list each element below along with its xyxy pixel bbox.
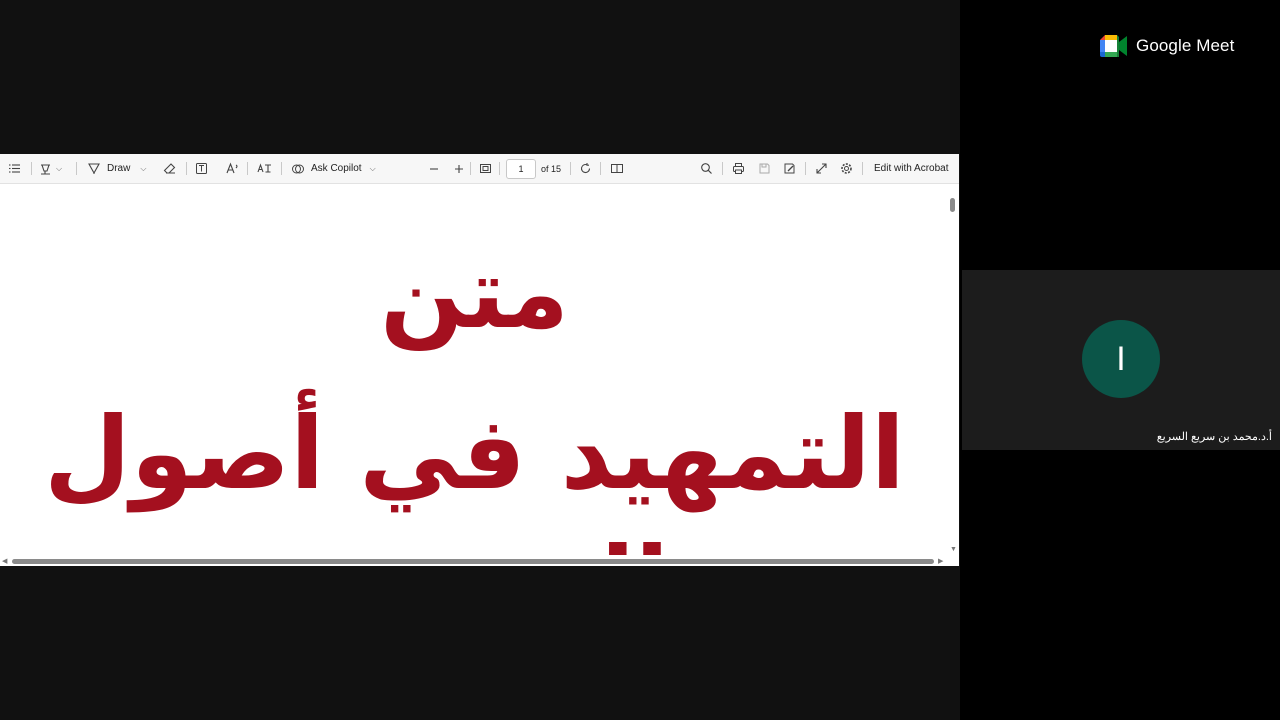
toolbar-divider bbox=[186, 162, 187, 175]
toolbar-divider bbox=[805, 162, 806, 175]
scroll-right-arrow-icon[interactable]: ▶ bbox=[938, 557, 943, 565]
read-aloud-button[interactable] bbox=[226, 154, 240, 183]
fit-page-button[interactable] bbox=[479, 154, 492, 183]
draw-pen-icon bbox=[88, 163, 100, 175]
edit-with-acrobat-button[interactable]: Edit with Acrobat bbox=[874, 154, 948, 183]
two-page-icon bbox=[611, 164, 623, 173]
fullscreen-button[interactable] bbox=[815, 154, 828, 183]
toolbar-divider bbox=[570, 162, 571, 175]
toolbar-divider bbox=[499, 162, 500, 175]
copilot-icon bbox=[292, 164, 304, 173]
highlighter-icon bbox=[41, 164, 50, 175]
shared-screen-area: ⌵ Draw ⌵ Ask Copilot ⌵ 1 of 15 Edit with… bbox=[0, 0, 960, 720]
toolbar-divider bbox=[470, 162, 471, 175]
pdf-page: متن التمهيد في أصول التفسير bbox=[8, 184, 941, 555]
toolbar-divider bbox=[247, 162, 248, 175]
search-button[interactable] bbox=[700, 154, 713, 183]
scroll-down-arrow-icon[interactable]: ▼ bbox=[950, 546, 957, 553]
minus-icon bbox=[430, 167, 438, 170]
print-button[interactable] bbox=[732, 154, 745, 183]
horizontal-scroll-thumb[interactable] bbox=[12, 559, 934, 564]
toolbar-divider bbox=[862, 162, 863, 175]
translate-button[interactable] bbox=[257, 154, 272, 183]
ask-copilot-label: Ask Copilot bbox=[311, 163, 362, 174]
draw-label: Draw bbox=[107, 163, 131, 174]
horizontal-scrollbar[interactable]: ◀ ▶ bbox=[0, 556, 948, 566]
chevron-down-icon: ⌵ bbox=[56, 163, 63, 173]
print-icon bbox=[733, 163, 744, 174]
rotate-icon bbox=[580, 163, 591, 174]
save-as-icon bbox=[784, 163, 795, 174]
toolbar-divider bbox=[600, 162, 601, 175]
document-title-line2: التمهيد في أصول التفسير bbox=[44, 395, 905, 555]
participant-avatar: I bbox=[1082, 320, 1160, 398]
rotate-button[interactable] bbox=[579, 154, 592, 183]
read-aloud-icon bbox=[226, 162, 238, 174]
page-number-input[interactable]: 1 bbox=[506, 159, 536, 179]
chevron-down-icon: ⌵ bbox=[369, 163, 376, 173]
gear-icon bbox=[841, 163, 852, 174]
text-box-icon bbox=[196, 163, 207, 174]
erase-button[interactable] bbox=[163, 154, 176, 183]
scroll-left-arrow-icon[interactable]: ◀ bbox=[2, 557, 7, 565]
eraser-icon bbox=[163, 163, 176, 174]
google-meet-logo: Google Meet bbox=[1100, 35, 1234, 57]
document-title-line1: متن bbox=[380, 237, 569, 351]
meet-brand-text: Google Meet bbox=[1136, 36, 1235, 55]
vertical-scroll-thumb[interactable] bbox=[950, 198, 955, 212]
save-as-button[interactable] bbox=[783, 154, 796, 183]
plus-icon bbox=[455, 164, 463, 173]
fit-page-icon bbox=[480, 164, 491, 173]
zoom-in-button[interactable] bbox=[453, 154, 465, 183]
ask-copilot-button[interactable]: Ask Copilot ⌵ bbox=[291, 154, 376, 183]
toolbar-divider bbox=[76, 162, 77, 175]
participant-name: أ.د.محمد بن سريع السريع bbox=[1156, 431, 1272, 443]
toolbar-divider bbox=[281, 162, 282, 175]
expand-icon bbox=[816, 163, 827, 174]
pdf-toolbar: ⌵ Draw ⌵ Ask Copilot ⌵ 1 of 15 Edit with… bbox=[0, 154, 959, 184]
translate-icon bbox=[257, 163, 271, 173]
text-box-button[interactable] bbox=[195, 154, 208, 183]
page-total: of 15 bbox=[541, 163, 562, 174]
settings-button[interactable] bbox=[840, 154, 853, 183]
page-view-button[interactable] bbox=[610, 154, 624, 183]
save-button[interactable] bbox=[758, 154, 771, 183]
meet-camera-icon bbox=[1100, 35, 1127, 57]
toolbar-divider bbox=[31, 162, 32, 175]
zoom-out-button[interactable] bbox=[428, 154, 440, 183]
vertical-scrollbar[interactable]: ▼ bbox=[948, 184, 957, 554]
pdf-viewer-window: ⌵ Draw ⌵ Ask Copilot ⌵ 1 of 15 Edit with… bbox=[0, 154, 959, 566]
search-icon bbox=[701, 163, 712, 174]
draw-button[interactable]: Draw ⌵ bbox=[87, 154, 146, 183]
chevron-down-icon: ⌵ bbox=[140, 163, 147, 173]
highlight-button[interactable]: ⌵ bbox=[39, 154, 62, 183]
toolbar-divider bbox=[722, 162, 723, 175]
contents-icon[interactable] bbox=[8, 154, 21, 183]
save-icon bbox=[759, 163, 770, 174]
